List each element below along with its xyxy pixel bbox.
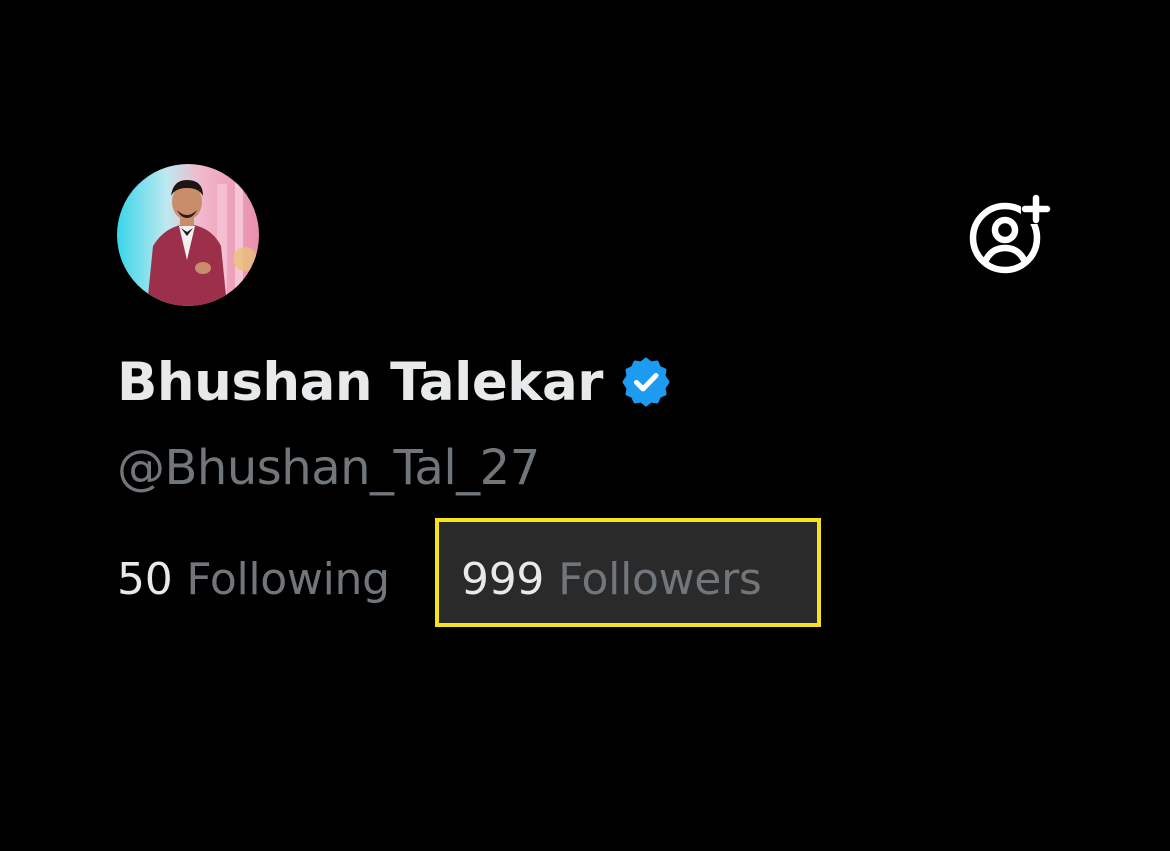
avatar-photo	[117, 164, 259, 306]
user-handle: @Bhushan_Tal_27	[117, 440, 540, 496]
followers-count: 999	[461, 553, 545, 605]
followers-link[interactable]: 999 Followers	[461, 543, 762, 615]
display-name-row: Bhushan Talekar	[117, 344, 671, 420]
following-link[interactable]: 50 Following	[117, 554, 390, 605]
display-name: Bhushan Talekar	[117, 351, 603, 413]
avatar[interactable]	[117, 164, 259, 306]
add-friend-button[interactable]	[963, 192, 1053, 278]
verified-badge-icon[interactable]	[621, 357, 671, 407]
person-add-icon	[969, 194, 1051, 274]
following-count: 50	[117, 553, 173, 605]
followers-label: Followers	[558, 553, 762, 605]
stats-row: 50 Following	[117, 543, 390, 615]
following-label: Following	[186, 553, 390, 605]
